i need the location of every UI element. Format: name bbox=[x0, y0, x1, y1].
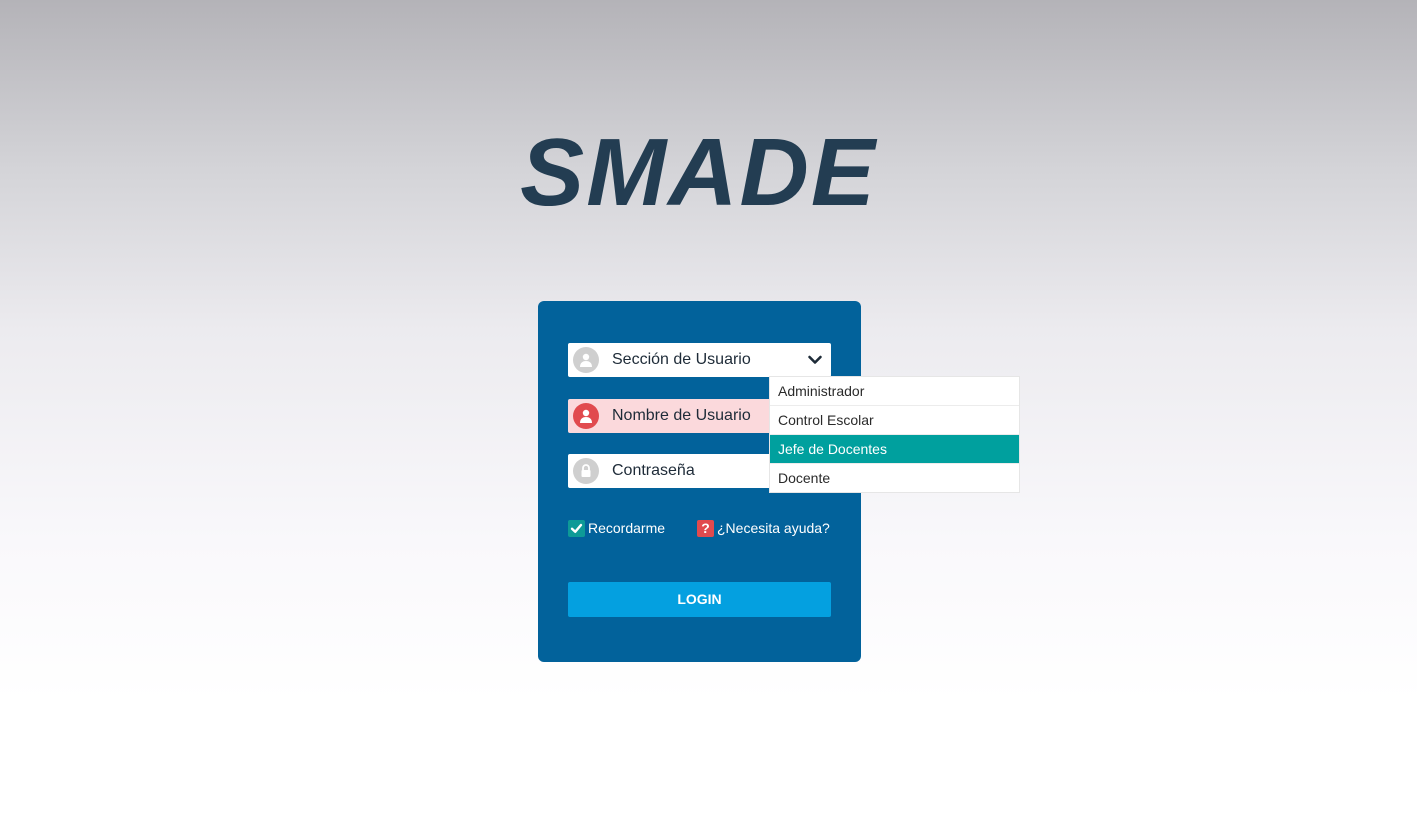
remember-label: Recordarme bbox=[588, 520, 666, 536]
dropdown-option-control-escolar[interactable]: Control Escolar bbox=[770, 406, 1019, 435]
dropdown-option-docente[interactable]: Docente bbox=[770, 464, 1019, 492]
user-section-dropdown: Administrador Control Escolar Jefe de Do… bbox=[770, 377, 1019, 492]
help-label[interactable]: ¿Necesita ayuda? bbox=[717, 520, 830, 536]
user-section-select[interactable]: Sección de Usuario bbox=[568, 343, 831, 377]
dropdown-option-administrador[interactable]: Administrador bbox=[770, 377, 1019, 406]
dropdown-option-jefe-de-docentes[interactable]: Jefe de Docentes bbox=[770, 435, 1019, 464]
help-question-icon: ? bbox=[697, 519, 714, 537]
user-icon bbox=[573, 403, 599, 429]
remember-me[interactable]: Recordarme bbox=[568, 519, 665, 537]
user-section-label: Sección de Usuario bbox=[612, 351, 751, 368]
lock-icon bbox=[573, 458, 599, 484]
help-link[interactable]: ? ¿Necesita ayuda? bbox=[697, 519, 830, 537]
chevron-down-icon bbox=[807, 352, 823, 373]
user-icon bbox=[573, 347, 599, 373]
remember-checkbox[interactable] bbox=[568, 519, 585, 537]
login-button[interactable]: LOGIN bbox=[568, 582, 831, 617]
checkmark-icon bbox=[570, 523, 583, 533]
app-logo: SMADE bbox=[520, 119, 877, 226]
